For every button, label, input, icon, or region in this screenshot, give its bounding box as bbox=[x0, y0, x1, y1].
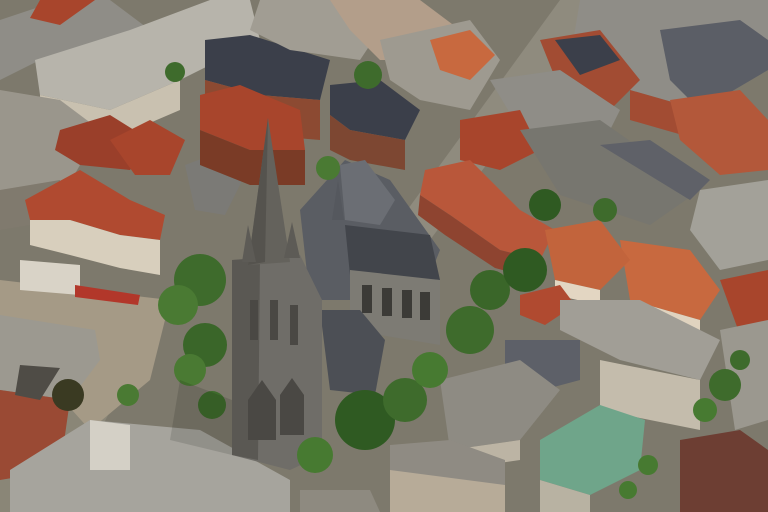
tree bbox=[693, 398, 717, 422]
tree bbox=[158, 285, 198, 325]
church-window bbox=[402, 290, 412, 318]
tree bbox=[174, 354, 206, 386]
church-window bbox=[362, 285, 372, 313]
church-window bbox=[420, 292, 430, 320]
aerial-city-scene bbox=[0, 0, 768, 512]
bottom-mid-building bbox=[300, 490, 380, 512]
right-lower-dark-row bbox=[680, 430, 768, 512]
tree bbox=[503, 248, 547, 292]
tree bbox=[446, 306, 494, 354]
tree bbox=[117, 384, 139, 406]
tree bbox=[619, 481, 637, 499]
tree bbox=[354, 61, 382, 89]
tree bbox=[529, 189, 561, 221]
tree bbox=[593, 198, 617, 222]
tree bbox=[730, 350, 750, 370]
tree bbox=[412, 352, 448, 388]
tree bbox=[165, 62, 185, 82]
tree bbox=[709, 369, 741, 401]
tree bbox=[297, 437, 333, 473]
market-tents bbox=[20, 260, 80, 295]
tree bbox=[638, 455, 658, 475]
church-window bbox=[382, 288, 392, 316]
tower-window bbox=[270, 300, 278, 340]
tree bbox=[316, 156, 340, 180]
tower-window bbox=[290, 305, 298, 345]
tower-window bbox=[250, 300, 258, 340]
bottom-left-modern-wall bbox=[90, 420, 130, 470]
tree-dark bbox=[52, 379, 84, 411]
